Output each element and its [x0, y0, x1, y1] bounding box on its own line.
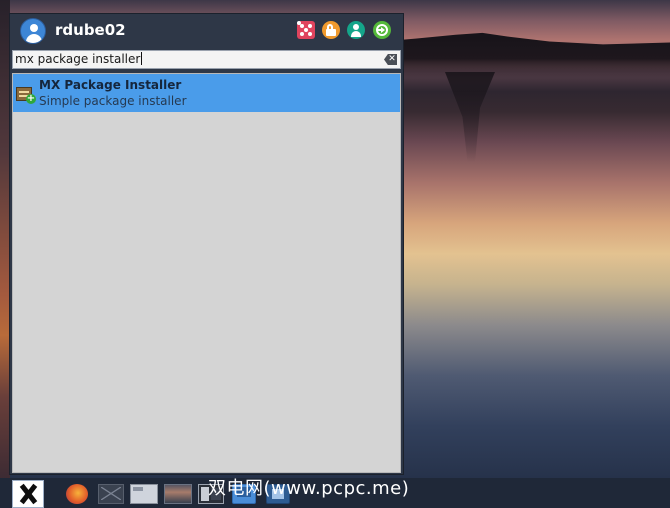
menu-header: rdube02	[10, 14, 403, 48]
lock-icon[interactable]	[322, 21, 340, 39]
firefox-icon[interactable]	[66, 484, 88, 504]
application-menu: rdube02 mx package installer ✕ + MX Pack…	[9, 13, 404, 475]
logout-icon[interactable]	[373, 21, 391, 39]
text-caret	[141, 52, 143, 65]
file-manager-icon[interactable]	[130, 484, 158, 504]
search-input[interactable]: mx package installer ✕	[12, 50, 401, 69]
plus-badge-icon: +	[26, 93, 36, 104]
search-value: mx package installer	[15, 52, 141, 66]
settings-icon[interactable]	[297, 21, 315, 39]
user-avatar-icon[interactable]	[20, 18, 46, 44]
window-thumbnail-icon[interactable]	[164, 484, 192, 504]
search-results-list: + MX Package Installer Simple package in…	[12, 73, 401, 473]
search-input-text: mx package installer	[15, 52, 143, 66]
result-item-description: Simple package installer	[39, 94, 187, 108]
package-installer-icon: +	[16, 85, 36, 104]
mx-logo-icon[interactable]	[12, 480, 44, 508]
user-icon[interactable]	[347, 21, 365, 39]
clear-search-icon[interactable]: ✕	[384, 54, 397, 65]
result-item-mx-package-installer[interactable]: + MX Package Installer Simple package in…	[13, 74, 400, 112]
watermark-text: 双电网(www.pcpc.me)	[208, 478, 410, 499]
mail-icon[interactable]	[98, 484, 124, 504]
result-item-title: MX Package Installer	[39, 78, 182, 92]
username-label: rdube02	[55, 21, 126, 39]
